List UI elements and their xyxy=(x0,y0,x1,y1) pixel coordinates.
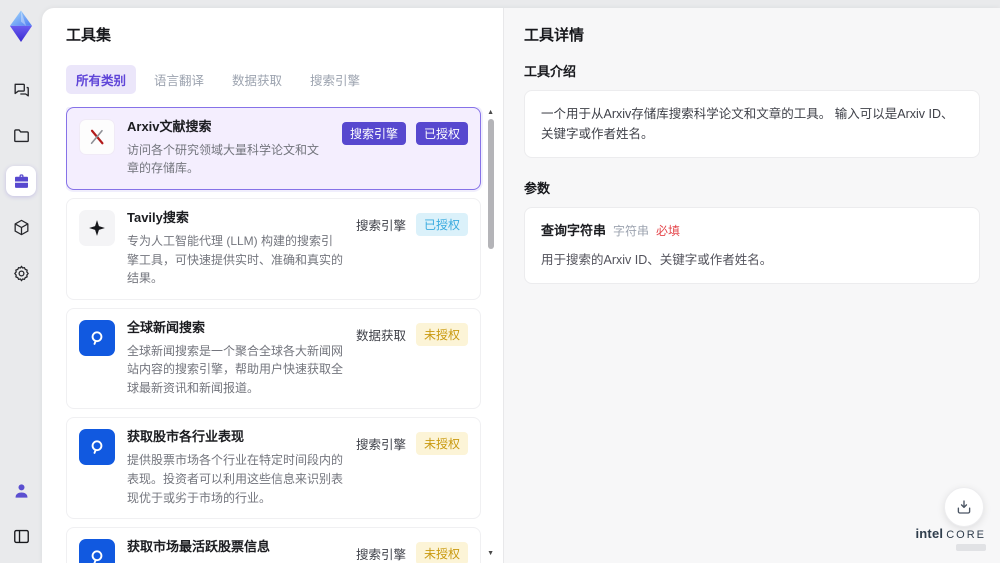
card-body: Arxiv文献搜索 访问各个研究领域大量科学论文和文章的存储库。 xyxy=(127,119,330,178)
intro-box: 一个用于从Arxiv存储库搜索科学论文和文章的工具。 输入可以是Arxiv ID… xyxy=(524,90,980,158)
auth-badge: 已授权 xyxy=(415,213,468,237)
tool-desc: 专为人工智能代理 (LLM) 构建的搜索引擎工具，可快速提供实时、准确和真实的结… xyxy=(127,233,344,286)
panel-icon[interactable] xyxy=(6,521,36,551)
param-type: 字符串 xyxy=(613,224,650,238)
param-header: 查询字符串 字符串 必填 xyxy=(541,221,963,242)
toolset-title: 工具集 xyxy=(66,27,112,44)
app-window: 工具集 所有类别 语言翻译 数据获取 搜索引擎 Arxiv文献搜索 访问各个研究… xyxy=(42,8,1000,563)
arxiv-icon xyxy=(79,119,115,155)
download-button[interactable] xyxy=(944,487,984,527)
tool-name: Tavily搜索 xyxy=(127,210,189,226)
toolbox-icon[interactable] xyxy=(6,166,36,196)
toolset-panel: 工具集 所有类别 语言翻译 数据获取 搜索引擎 Arxiv文献搜索 访问各个研究… xyxy=(42,8,503,563)
param-required-badge: 必填 xyxy=(656,224,681,238)
tool-card-arxiv[interactable]: Arxiv文献搜索 访问各个研究领域大量科学论文和文章的存储库。 搜索引擎 已授… xyxy=(66,107,481,191)
tool-name: Arxiv文献搜索 xyxy=(127,119,212,134)
detail-title: 工具详情 xyxy=(524,27,585,44)
tavily-star-icon xyxy=(79,210,115,247)
intro-heading: 工具介绍 xyxy=(524,64,577,79)
card-badges: 搜索引擎 未授权 xyxy=(355,429,468,456)
intel-core-logo: intel core xyxy=(915,526,986,551)
tab-all-categories[interactable]: 所有类别 xyxy=(66,65,137,94)
card-body: 获取股市各行业表现 提供股票市场各个行业在特定时间段内的表现。投资者可以利用这些… xyxy=(127,429,344,507)
tool-desc: 全球新闻搜索是一个聚合全球各大新闻网站内容的搜索引擎，帮助用户快速获取全球最新资… xyxy=(127,343,344,395)
category-badge: 搜索引擎 xyxy=(341,122,406,145)
intel-sub-badge xyxy=(956,544,986,551)
card-body: 全球新闻搜索 全球新闻搜索是一个聚合全球各大新闻网站内容的搜索引擎，帮助用户快速… xyxy=(127,320,344,398)
scroll-up-icon[interactable]: ▲ xyxy=(487,109,494,116)
user-icon[interactable] xyxy=(6,475,36,505)
category-tabs: 所有类别 语言翻译 数据获取 搜索引擎 xyxy=(66,65,495,94)
core-wordmark: core xyxy=(946,529,986,541)
tool-card-sector-performance[interactable]: 获取股市各行业表现 提供股票市场各个行业在特定时间段内的表现。投资者可以利用这些… xyxy=(66,417,481,520)
sidebar-rail xyxy=(0,0,42,563)
auth-badge: 未授权 xyxy=(415,432,468,456)
card-body: Tavily搜索 专为人工智能代理 (LLM) 构建的搜索引擎工具，可快速提供实… xyxy=(127,210,344,288)
blue-app-icon xyxy=(79,319,115,356)
param-desc: 用于搜索的Arxiv ID、关键字或作者姓名。 xyxy=(541,252,773,267)
tool-name: 全球新闻搜索 xyxy=(127,319,206,335)
category-label: 搜索引擎 xyxy=(355,219,406,234)
card-body: 获取市场最活跃股票信息 提供当天交易量最高的股票列表，投资者可以利用这些信息来识… xyxy=(127,539,344,563)
auth-badge: 已授权 xyxy=(415,122,468,145)
tab-search-engine[interactable]: 搜索引擎 xyxy=(300,65,370,94)
params-heading: 参数 xyxy=(524,181,551,196)
category-label: 搜索引擎 xyxy=(355,548,406,563)
tool-card-most-active-stocks[interactable]: 获取市场最活跃股票信息 提供当天交易量最高的股票列表，投资者可以利用这些信息来识… xyxy=(66,527,481,563)
tool-card-tavily[interactable]: Tavily搜索 专为人工智能代理 (LLM) 构建的搜索引擎工具，可快速提供实… xyxy=(66,198,481,300)
category-label: 数据获取 xyxy=(355,328,406,343)
scrollbar-thumb[interactable] xyxy=(488,119,494,249)
chat-icon[interactable] xyxy=(6,74,36,104)
tool-name: 获取股市各行业表现 xyxy=(127,429,245,445)
tab-data-fetch[interactable]: 数据获取 xyxy=(222,65,292,94)
tool-detail-panel: 工具详情 工具介绍 一个用于从Arxiv存储库搜索科学论文和文章的工具。 输入可… xyxy=(503,8,1000,563)
app-logo-icon[interactable] xyxy=(4,8,38,46)
gear-icon[interactable] xyxy=(6,258,36,288)
auth-badge: 未授权 xyxy=(415,542,468,563)
param-box: 查询字符串 字符串 必填 用于搜索的Arxiv ID、关键字或作者姓名。 xyxy=(524,207,980,284)
list-scrollbar[interactable]: ▲ ▼ xyxy=(485,107,495,563)
card-badges: 搜索引擎 未授权 xyxy=(356,539,468,563)
download-icon xyxy=(957,500,971,514)
category-label: 搜索引擎 xyxy=(355,438,406,453)
tool-name: 获取市场最活跃股票信息 xyxy=(127,539,271,555)
blue-app-icon xyxy=(79,539,115,563)
auth-badge: 未授权 xyxy=(415,322,468,346)
folder-icon[interactable] xyxy=(6,120,36,150)
tool-desc: 访问各个研究领域大量科学论文和文章的存储库。 xyxy=(127,142,320,176)
tool-desc: 提供股票市场各个行业在特定时间段内的表现。投资者可以利用这些信息来识别表现优于或… xyxy=(127,453,344,505)
cube-icon[interactable] xyxy=(6,212,36,242)
tab-language-translation[interactable]: 语言翻译 xyxy=(144,65,214,94)
tool-list: Arxiv文献搜索 访问各个研究领域大量科学论文和文章的存储库。 搜索引擎 已授… xyxy=(66,107,495,563)
card-badges: 搜索引擎 已授权 xyxy=(355,210,468,237)
card-badges: 数据获取 未授权 xyxy=(356,320,468,346)
tool-card-global-news[interactable]: 全球新闻搜索 全球新闻搜索是一个聚合全球各大新闻网站内容的搜索引擎，帮助用户快速… xyxy=(66,307,481,410)
scroll-down-icon[interactable]: ▼ xyxy=(487,550,494,557)
param-name: 查询字符串 xyxy=(541,223,607,238)
intel-wordmark: intel xyxy=(915,526,944,541)
card-badges: 搜索引擎 已授权 xyxy=(341,119,468,145)
blue-app-icon xyxy=(79,429,115,466)
